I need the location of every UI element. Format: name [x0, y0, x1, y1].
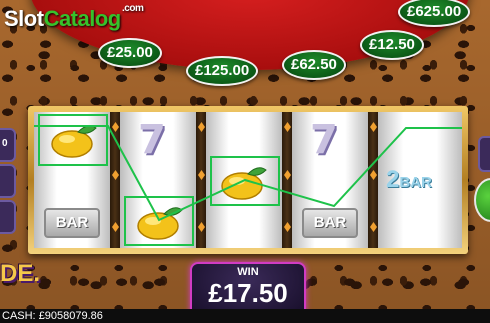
payline — [34, 125, 462, 222]
logo-text-slot: Slot — [4, 6, 44, 31]
side-panel-left-bottom[interactable] — [0, 200, 16, 234]
cash-bar: CASH: £9058079.86 — [0, 309, 490, 323]
side-panel-right-top[interactable] — [478, 136, 490, 172]
prize-25: £25.00 — [98, 38, 162, 68]
cash-amount: £9058079.86 — [38, 310, 103, 322]
site-logo: SlotCatalog .com — [4, 3, 144, 36]
prize-625: £625.00 — [398, 0, 471, 27]
prize-12-50: £12.50 — [360, 30, 424, 60]
reel-window: BAR 7 7 BAR 2BAR — [34, 112, 462, 248]
prize-62-50: £62.50 — [282, 50, 346, 80]
cash-label: CASH: — [2, 310, 36, 322]
win-amount: £17.50 — [208, 278, 288, 308]
side-panel-value: 0 — [2, 138, 8, 149]
logo-text-catalog: Catalog — [43, 6, 122, 31]
side-panel-left-mid[interactable] — [0, 164, 16, 198]
side-panel-left-top: 0 — [0, 128, 16, 162]
game-logo: DE. — [0, 260, 41, 287]
win-label: WIN — [237, 266, 259, 278]
spin-button[interactable] — [474, 178, 490, 222]
prize-125: £125.00 — [186, 56, 259, 86]
logo-suffix: .com — [122, 3, 144, 14]
